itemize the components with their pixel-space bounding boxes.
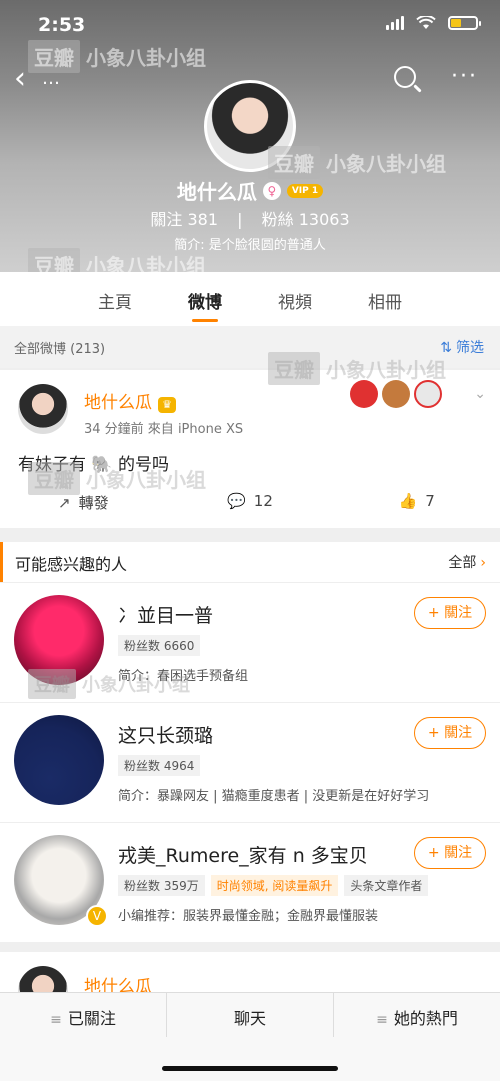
comment-button[interactable]: 💬 12 <box>167 492 334 513</box>
tab-home[interactable]: 主頁 <box>98 272 132 326</box>
nav-chat[interactable]: 聊天 <box>167 993 334 1037</box>
tab-video[interactable]: 視頻 <box>278 272 312 326</box>
user-fans: 粉丝数 6660 <box>118 635 201 656</box>
watermark: 豆瓣 小象八卦小组 <box>268 146 446 179</box>
nav-hot[interactable]: ≡ 她的熱門 <box>334 993 500 1037</box>
following-count[interactable]: 381 <box>187 210 218 229</box>
profile-stats: 關注 381 | 粉絲 13063 <box>0 206 500 230</box>
user-fans: 粉丝数 359万 <box>118 875 205 896</box>
profile-tabs: 主頁 微博 視頻 相冊 <box>0 272 500 326</box>
post-actions: ↗ 轉發 💬 12 👍 7 <box>0 492 500 513</box>
profile-name: 地什么瓜 <box>176 180 257 204</box>
repost-icon: ↗ <box>58 494 71 512</box>
thumbs-up-icon: 👍 <box>398 492 418 510</box>
user-bio: 小编推荐：服装界最懂金融；金融界最懂服装 <box>118 909 379 924</box>
partial-post-card[interactable]: 地什么瓜 <box>0 952 500 992</box>
chevron-down-icon[interactable]: ⌄ <box>474 386 486 402</box>
profile-name-row: 地什么瓜 ♀ VIP 1 <box>0 176 500 205</box>
post-meta: 34 分鐘前 來自 iPhone XS <box>84 422 244 437</box>
more-icon[interactable]: ··· <box>451 64 478 89</box>
post-author[interactable]: 地什么瓜 <box>84 972 152 992</box>
fans-label[interactable]: 粉絲 <box>262 210 294 229</box>
search-icon[interactable] <box>394 66 416 88</box>
status-time: 2:53 <box>38 14 86 36</box>
menu-icon: ≡ <box>50 1012 62 1028</box>
comment-icon: 💬 <box>227 492 246 510</box>
follow-button[interactable]: + 關注 <box>414 837 486 869</box>
suggestions-title: 可能感兴趣的人 <box>15 555 128 574</box>
status-bar: 2:53 <box>0 10 500 40</box>
battery-icon <box>448 16 481 30</box>
chevron-right-icon: › <box>480 555 486 571</box>
repost-button[interactable]: ↗ 轉發 <box>0 492 167 513</box>
user-name[interactable]: 这只长颈璐 <box>118 721 213 748</box>
filter-title: 全部微博 (213) <box>14 342 106 357</box>
fans-count[interactable]: 13063 <box>299 210 350 229</box>
user-avatar[interactable] <box>14 715 104 805</box>
post-avatar[interactable] <box>18 384 68 434</box>
watermark: 豆瓣 小象八卦小组 <box>28 462 206 495</box>
female-icon: ♀ <box>262 181 281 200</box>
watermark: 豆瓣 小象八卦小组 <box>28 248 206 272</box>
suggested-user[interactable]: V 戎美_Rumere_家有 n 多宝贝 + 關注 粉丝数 359万 时尚领域,… <box>0 822 500 942</box>
status-icons <box>386 16 481 30</box>
suggestions-header: 可能感兴趣的人 全部 › <box>0 542 500 582</box>
author-tag: 头条文章作者 <box>344 875 429 896</box>
post-author[interactable]: 地什么瓜 ♛ <box>84 388 176 413</box>
wifi-icon <box>416 16 436 29</box>
hot-tag: 时尚领域, 阅读量飙升 <box>210 875 339 896</box>
vip-badge[interactable]: VIP 1 <box>286 183 324 198</box>
watermark: 豆瓣 小象八卦小组 <box>268 352 446 385</box>
watermark: 豆瓣 小象八卦小组 <box>28 669 190 699</box>
post-avatar[interactable] <box>18 966 68 992</box>
crown-icon: ♛ <box>158 397 176 413</box>
follow-button[interactable]: + 關注 <box>414 717 486 749</box>
profile-header: 2:53 ‹ … ··· 地什么瓜 ♀ VIP 1 關注 381 | 粉絲 13… <box>0 0 500 272</box>
tab-album[interactable]: 相冊 <box>368 272 402 326</box>
back-icon[interactable]: ‹ <box>14 64 26 94</box>
menu-icon: ≡ <box>376 1012 388 1028</box>
following-label[interactable]: 關注 <box>150 210 182 229</box>
suggested-user[interactable]: 冫並目一普 + 關注 粉丝数 6660 简介：春困选手预备组 豆瓣 小象八卦小组 <box>0 582 500 702</box>
user-name[interactable]: 冫並目一普 <box>118 601 213 628</box>
watermark: 豆瓣 小象八卦小组 <box>28 40 206 73</box>
tab-weibo[interactable]: 微博 <box>188 272 222 326</box>
like-button[interactable]: 👍 7 <box>333 492 500 513</box>
filter-button[interactable]: ⇅ 筛选 <box>440 337 484 357</box>
suggested-user[interactable]: 这只长颈璐 + 關注 粉丝数 4964 简介：暴躁网友 | 猫瘾重度患者 | 没… <box>0 702 500 822</box>
stats-divider: | <box>237 210 243 229</box>
user-name[interactable]: 戎美_Rumere_家有 n 多宝贝 <box>118 841 368 868</box>
follow-button[interactable]: + 關注 <box>414 597 486 629</box>
post-card[interactable]: 地什么瓜 ♛ 34 分鐘前 來自 iPhone XS ⌄ 有妹子有 🐘 的号吗 ↗… <box>0 352 500 528</box>
nav-following[interactable]: ≡ 已關注 <box>0 993 167 1037</box>
home-indicator <box>162 1066 338 1071</box>
user-fans: 粉丝数 4964 <box>118 755 201 776</box>
verified-badge-icon: V <box>86 905 108 927</box>
suggestions-all-link[interactable]: 全部 › <box>448 552 486 572</box>
user-tags: 粉丝数 359万 时尚领域, 阅读量飙升 头条文章作者 <box>118 875 429 896</box>
user-bio: 简介：暴躁网友 | 猫瘾重度患者 | 没更新是在好好学习 <box>118 789 430 804</box>
signal-icon <box>386 16 404 30</box>
